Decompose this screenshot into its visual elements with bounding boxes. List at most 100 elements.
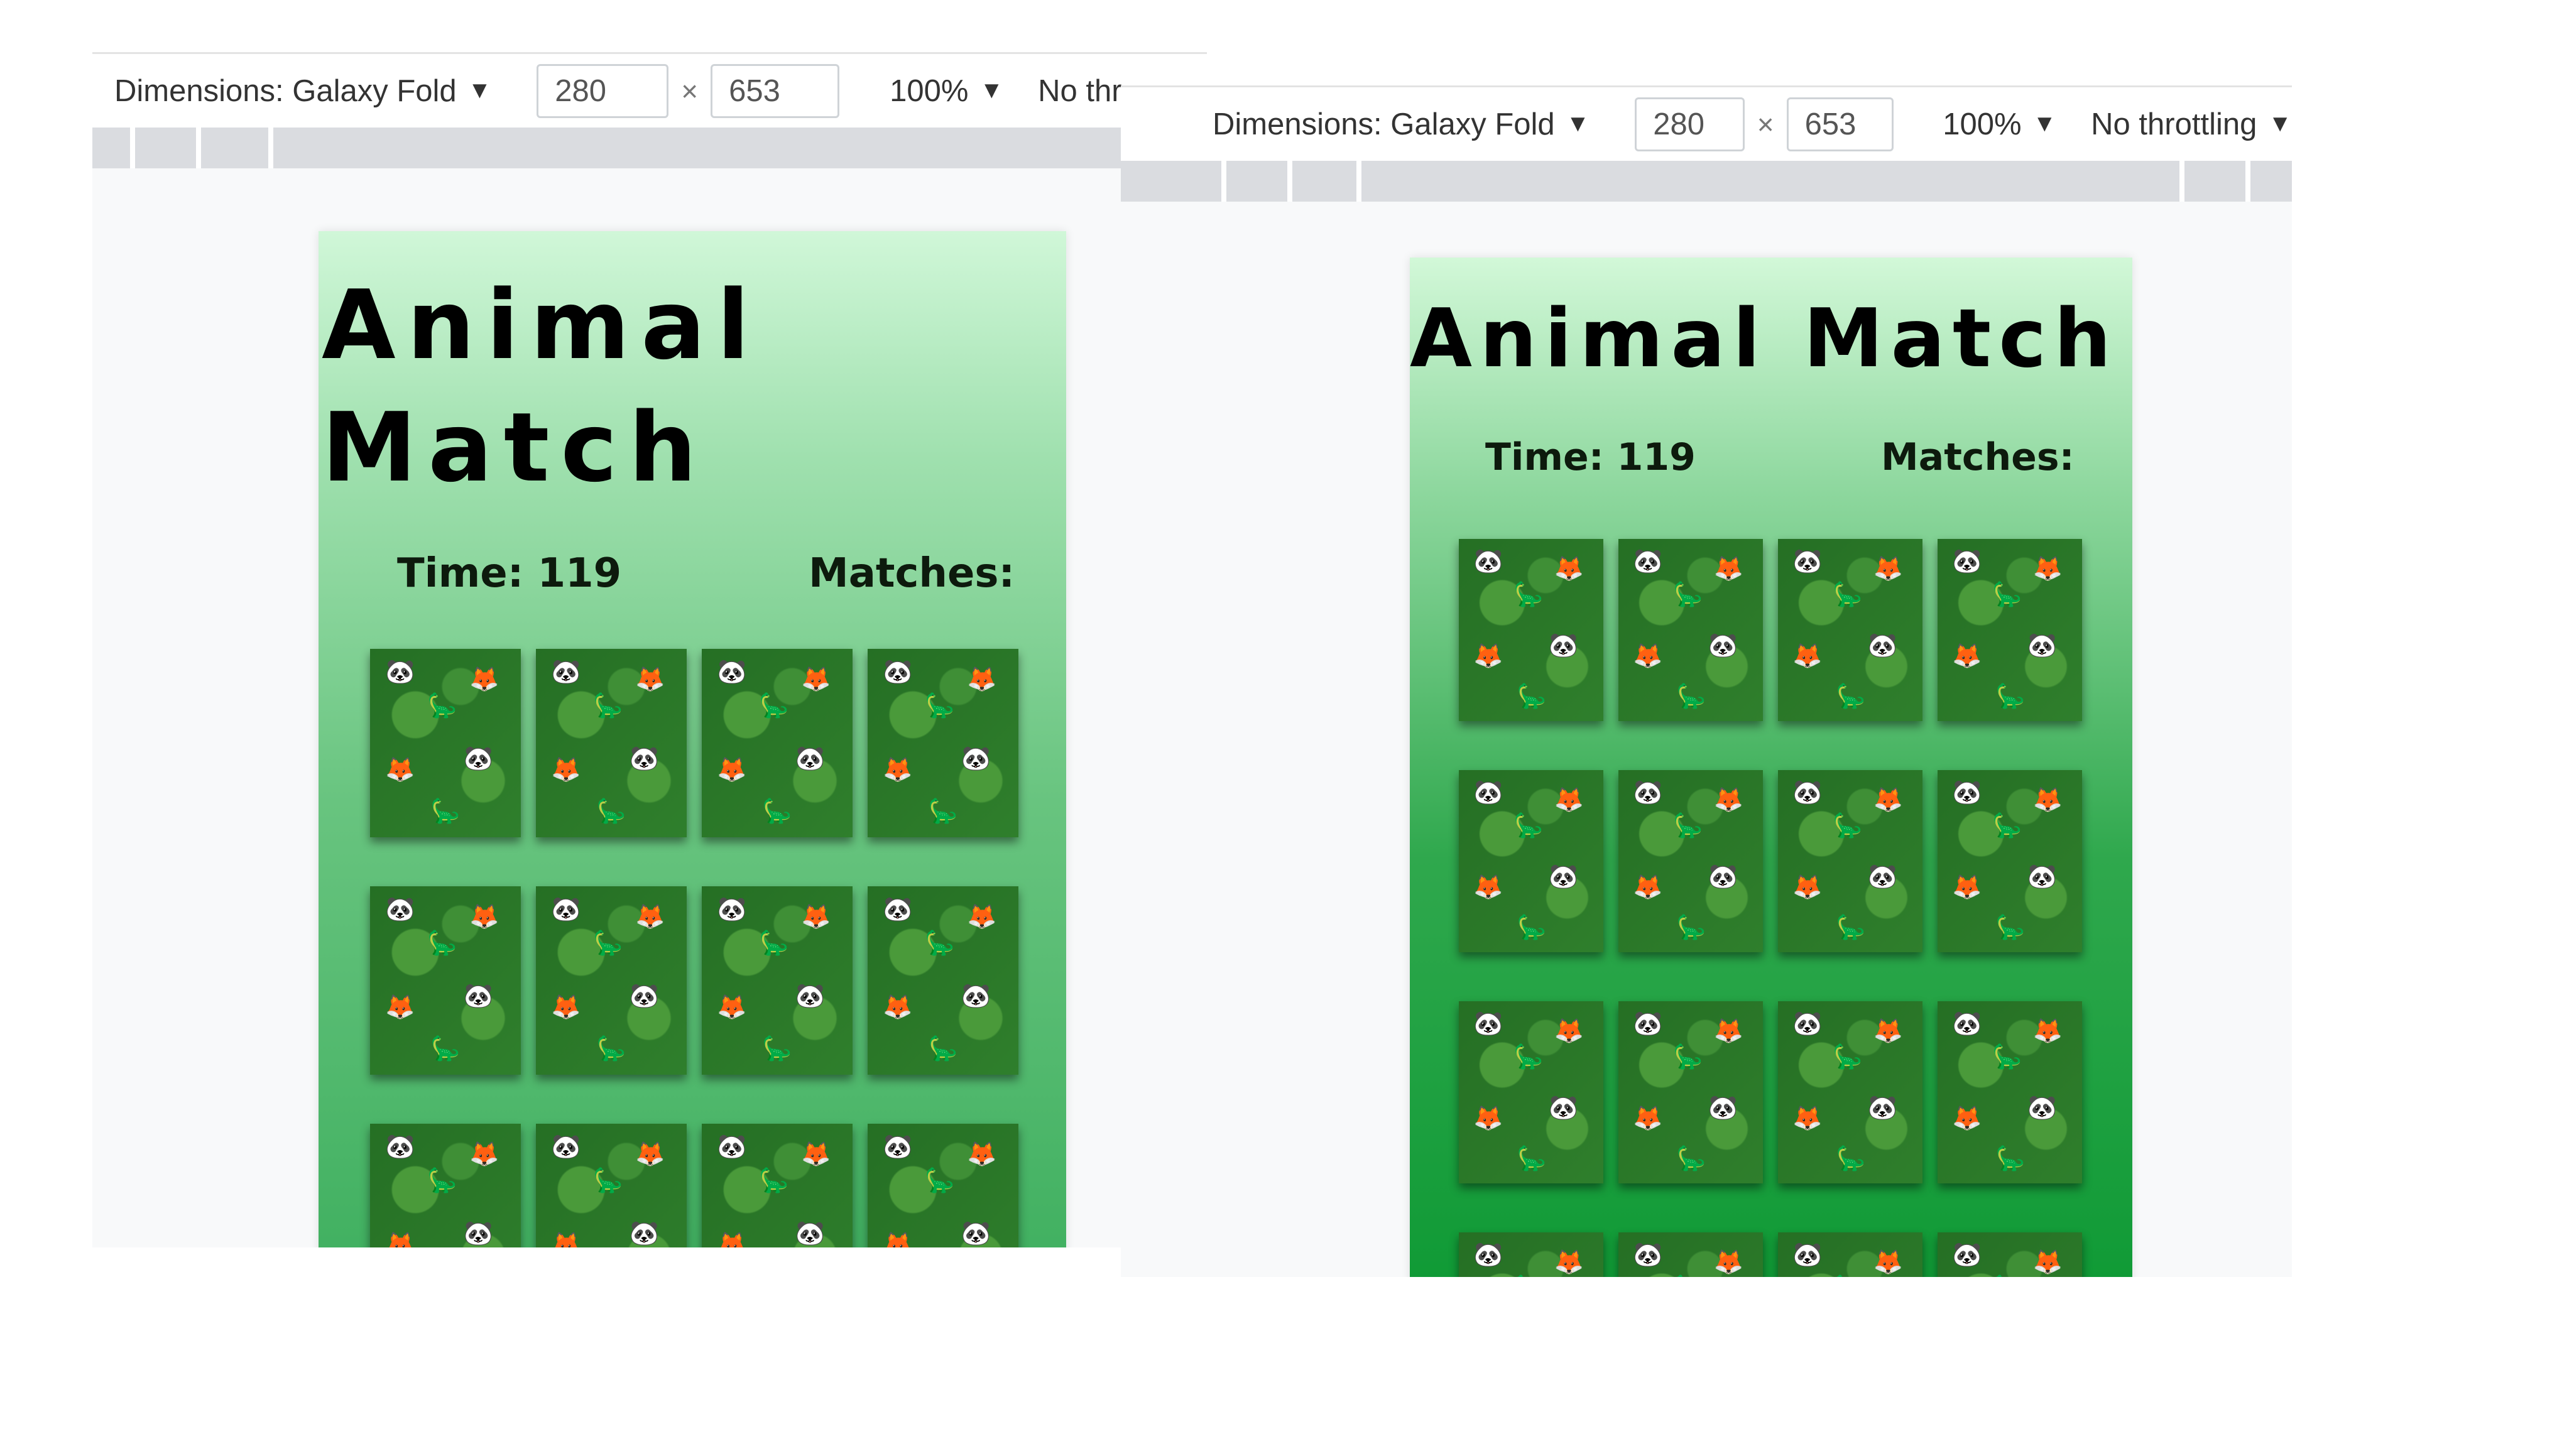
card-back-animal-icon: 🦊: [551, 1232, 581, 1247]
card-back-animal-icon: 🦕: [1513, 581, 1544, 608]
card-back-animal-icon: 🐼: [551, 659, 581, 685]
card-back-animal-icon: 🦕: [1676, 1146, 1706, 1172]
card-back-animal-icon: 🦕: [1676, 683, 1706, 710]
memory-card[interactable]: 🐼🦕🦊🦊🐼🦕: [702, 649, 853, 837]
card-back-animal-icon: 🦕: [762, 798, 792, 825]
media-query-bar[interactable]: [92, 128, 1207, 168]
card-back-animal-icon: 🦊: [1713, 1018, 1744, 1045]
card-back-animal-icon: 🐼: [795, 746, 826, 772]
matches-counter: Matches:: [1881, 435, 2075, 479]
throttling-dropdown[interactable]: No throttling ▼: [2091, 107, 2292, 142]
memory-card[interactable]: 🐼🦕🦊🦊🐼🦕: [1938, 1001, 2082, 1183]
card-back-animal-icon: 🦕: [759, 693, 789, 719]
throttling-label: No thr: [1038, 73, 1122, 108]
memory-card[interactable]: 🐼🦕🦊🦊🐼🦕: [1459, 1232, 1603, 1277]
memory-card[interactable]: 🐼🦕🦊🦊🐼🦕: [1938, 770, 2082, 952]
throttling-dropdown[interactable]: No thr: [1038, 73, 1121, 109]
card-back-animal-icon: 🦕: [928, 798, 958, 825]
card-back-animal-icon: 🦕: [427, 1168, 457, 1194]
card-back-animal-icon: 🦕: [1995, 683, 2026, 710]
width-input[interactable]: 280: [537, 63, 669, 118]
card-back-animal-icon: 🦕: [430, 798, 461, 825]
memory-card[interactable]: 🐼🦕🦊🦊🐼🦕: [1778, 1001, 1922, 1183]
height-value: 653: [729, 73, 780, 108]
card-back-animal-icon: 🦊: [1554, 787, 1584, 813]
memory-card[interactable]: 🐼🦕🦊🦊🐼🦕: [536, 886, 687, 1075]
card-back-animal-icon: 🐼: [385, 1134, 415, 1160]
card-back-animal-icon: 🦊: [635, 666, 665, 693]
card-back-animal-icon: 🐼: [1633, 780, 1663, 807]
memory-card[interactable]: 🐼🦕🦊🦊🐼🦕: [370, 1124, 521, 1247]
card-back-animal-icon: 🐼: [1548, 863, 1578, 890]
card-back-animal-icon: 🦕: [596, 1036, 626, 1062]
card-back-animal-icon: 🐼: [1708, 1094, 1738, 1121]
zoom-label: 100%: [1943, 107, 2022, 141]
card-back-animal-icon: 🐼: [1867, 1094, 1897, 1121]
memory-card[interactable]: 🐼🦕🦊🦊🐼🦕: [702, 1124, 853, 1247]
height-input[interactable]: 653: [711, 63, 840, 118]
card-back-animal-icon: 🐼: [629, 1220, 660, 1247]
memory-card[interactable]: 🐼🦕🦊🦊🐼🦕: [1778, 770, 1922, 952]
card-back-animal-icon: 🦊: [967, 1141, 997, 1168]
card-back-animal-icon: 🦕: [925, 930, 955, 957]
card-back-animal-icon: 🐼: [385, 659, 415, 685]
width-value: 280: [555, 73, 607, 108]
card-back-animal-icon: 🐼: [717, 659, 747, 685]
card-back-animal-icon: 🦕: [1992, 581, 2022, 608]
memory-card[interactable]: 🐼🦕🦊🦊🐼🦕: [536, 1124, 687, 1247]
card-back-animal-icon: 🦕: [1513, 1276, 1543, 1277]
memory-card[interactable]: 🐼🦕🦊🦊🐼🦕: [1938, 539, 2082, 721]
media-query-bar[interactable]: [1121, 161, 2292, 202]
card-back-animal-icon: 🐼: [1633, 1242, 1663, 1269]
memory-card[interactable]: 🐼🦕🦊🦊🐼🦕: [1459, 1001, 1603, 1183]
card-back-animal-icon: 🦕: [1517, 915, 1547, 941]
memory-card[interactable]: 🐼🦕🦊🦊🐼🦕: [1618, 1001, 1763, 1183]
dimensions-dropdown[interactable]: Dimensions: Galaxy Fold ▼: [1213, 107, 1590, 142]
memory-card[interactable]: 🐼🦕🦊🦊🐼🦕: [370, 649, 521, 837]
card-back-animal-icon: 🦕: [1513, 812, 1544, 839]
memory-card[interactable]: 🐼🦕🦊🦊🐼🦕: [702, 886, 853, 1075]
card-back-animal-icon: 🐼: [883, 659, 913, 685]
card-back-animal-icon: 🦕: [593, 1168, 623, 1194]
card-back-animal-icon: 🦊: [1633, 1106, 1663, 1133]
memory-card[interactable]: 🐼🦕🦊🦊🐼🦕: [1618, 539, 1763, 721]
dimensions-label: Dimensions: Galaxy Fold: [1213, 107, 1555, 141]
memory-card[interactable]: 🐼🦕🦊🦊🐼🦕: [868, 649, 1018, 837]
card-back-animal-icon: 🦕: [596, 798, 626, 825]
memory-card[interactable]: 🐼🦕🦊🦊🐼🦕: [1618, 1232, 1763, 1277]
memory-card[interactable]: 🐼🦕🦊🦊🐼🦕: [1459, 539, 1603, 721]
dropdown-arrow-icon: ▼: [2268, 111, 2292, 137]
memory-card[interactable]: 🐼🦕🦊🦊🐼🦕: [1618, 770, 1763, 952]
zoom-dropdown[interactable]: 100% ▼: [1943, 107, 2056, 142]
card-back-animal-icon: 🐼: [717, 1134, 747, 1160]
memory-card[interactable]: 🐼🦕🦊🦊🐼🦕: [1778, 539, 1922, 721]
zoom-dropdown[interactable]: 100% ▼: [890, 73, 1003, 109]
card-back-animal-icon: 🦊: [1713, 787, 1744, 813]
memory-card[interactable]: 🐼🦕🦊🦊🐼🦕: [1778, 1232, 1922, 1277]
memory-card[interactable]: 🐼🦕🦊🦊🐼🦕: [370, 886, 521, 1075]
card-back-animal-icon: 🦕: [427, 930, 457, 957]
card-back-animal-icon: 🐼: [1633, 548, 1663, 575]
memory-card[interactable]: 🐼🦕🦊🦊🐼🦕: [536, 649, 687, 837]
height-input[interactable]: 653: [1786, 97, 1894, 151]
card-back-animal-icon: 🐼: [1952, 1011, 1982, 1038]
dimensions-dropdown[interactable]: Dimensions: Galaxy Fold ▼: [114, 73, 491, 109]
card-back-animal-icon: 🐼: [1952, 1242, 1982, 1269]
card-back-animal-icon: 🦕: [925, 1168, 955, 1194]
card-back-animal-icon: 🦊: [2032, 1018, 2063, 1045]
card-back-animal-icon: 🐼: [1473, 548, 1503, 575]
card-back-animal-icon: 🦊: [1792, 643, 1823, 670]
card-back-animal-icon: 🦕: [1833, 812, 1863, 839]
memory-card[interactable]: 🐼🦕🦊🦊🐼🦕: [1938, 1232, 2082, 1277]
card-back-animal-icon: 🦕: [1995, 1146, 2026, 1172]
card-back-animal-icon: 🐼: [1792, 548, 1823, 575]
memory-card[interactable]: 🐼🦕🦊🦊🐼🦕: [868, 1124, 1018, 1247]
card-back-animal-icon: 🦊: [1554, 1249, 1584, 1276]
card-back-animal-icon: 🐼: [463, 746, 494, 772]
card-back-animal-icon: 🦊: [1473, 874, 1503, 901]
width-input[interactable]: 280: [1635, 97, 1745, 151]
card-back-animal-icon: 🐼: [717, 896, 747, 923]
time-counter: Time: 119: [1485, 435, 1696, 479]
memory-card[interactable]: 🐼🦕🦊🦊🐼🦕: [1459, 770, 1603, 952]
memory-card[interactable]: 🐼🦕🦊🦊🐼🦕: [868, 886, 1018, 1075]
